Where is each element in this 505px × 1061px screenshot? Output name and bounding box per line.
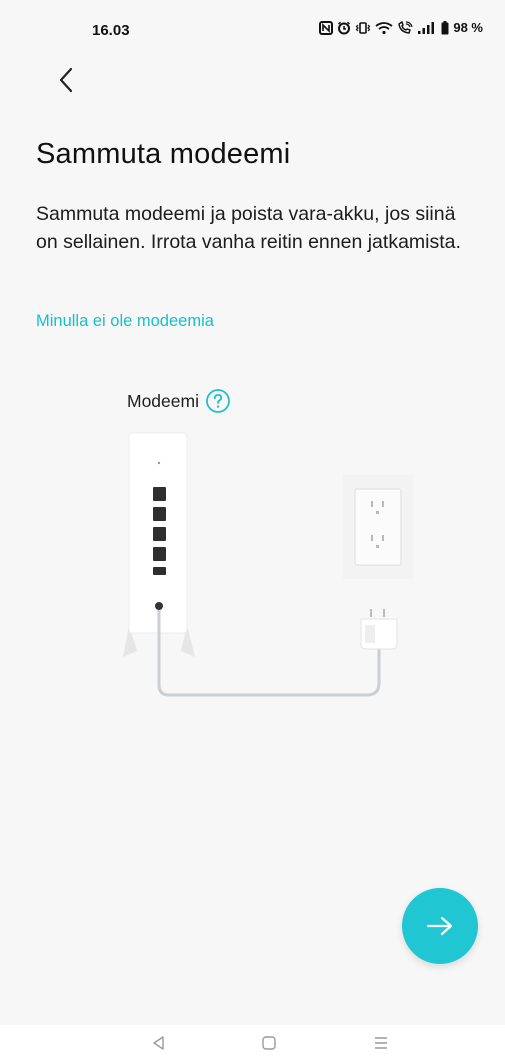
status-icons: 98 % xyxy=(319,20,483,35)
chevron-left-icon xyxy=(59,67,73,93)
square-home-icon xyxy=(262,1036,276,1050)
nav-back-button[interactable] xyxy=(138,1029,178,1057)
status-bar: 16.03 98 % xyxy=(0,0,505,58)
menu-lines-icon xyxy=(375,1037,387,1049)
signal-icon xyxy=(417,21,437,35)
nfc-icon xyxy=(319,20,334,35)
triangle-back-icon xyxy=(153,1036,164,1050)
battery-icon xyxy=(441,20,449,35)
no-modem-link[interactable]: Minulla ei ole modeemia xyxy=(36,312,214,331)
status-time: 16.03 xyxy=(92,22,130,39)
instruction-text: Sammuta modeemi ja poista vara-akku, jos… xyxy=(36,203,461,253)
page-title: Sammuta modeemi xyxy=(36,138,291,170)
wifi-calling-icon xyxy=(397,20,413,35)
arrow-right-icon xyxy=(426,916,453,936)
modem-label-row: Modeemi xyxy=(127,388,231,414)
back-button[interactable] xyxy=(48,62,84,98)
nav-menu-button[interactable] xyxy=(361,1029,401,1057)
wall-outlet xyxy=(343,475,413,579)
modem-label: Modeemi xyxy=(127,390,199,411)
nav-home-button[interactable] xyxy=(249,1029,289,1057)
wifi-icon xyxy=(375,21,393,35)
next-button[interactable] xyxy=(402,888,478,964)
alarm-icon xyxy=(337,21,351,35)
vibrate-icon xyxy=(355,21,371,35)
battery-percent: 98 % xyxy=(453,20,483,35)
modem-unplug-illustration xyxy=(123,432,413,697)
power-adapter xyxy=(360,609,398,650)
help-circle-icon[interactable] xyxy=(205,388,231,414)
system-nav-bar xyxy=(0,1025,505,1061)
